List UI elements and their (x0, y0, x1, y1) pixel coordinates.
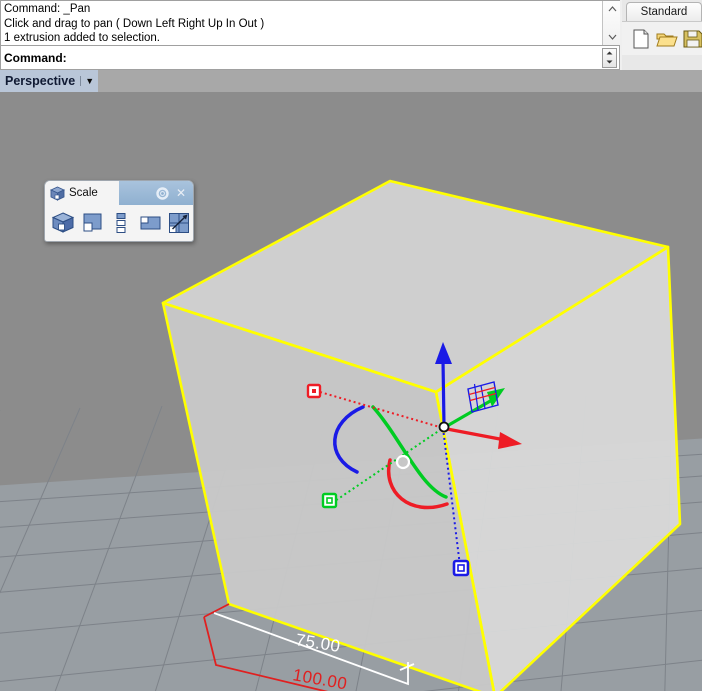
command-history-spinner[interactable] (602, 47, 617, 68)
command-history-line: 1 extrusion added to selection. (4, 32, 160, 44)
command-history-scrollbar[interactable] (602, 1, 620, 45)
scale-by-plane-button[interactable] (168, 212, 190, 234)
open-file-button[interactable] (656, 28, 678, 50)
scale-toolbar-titlebar[interactable]: Scale ✕ (45, 181, 193, 205)
cube-icon (49, 186, 66, 201)
scale-by-plane-icon (169, 213, 189, 233)
scale-nonuniform-button[interactable] (139, 212, 161, 234)
scale-nonuniform-icon (140, 216, 161, 230)
page-title: Perspective (5, 74, 76, 88)
new-document-icon (633, 29, 649, 48)
scale-3d-button[interactable] (51, 212, 75, 234)
standard-toolbar-panel: Standard (622, 0, 702, 70)
scale-2d-square-icon (83, 213, 102, 232)
scale-toolbar[interactable]: Scale ✕ (44, 180, 194, 242)
save-disk-icon (683, 30, 702, 47)
viewport-title-bar: Perspective ▼ (0, 70, 702, 92)
new-file-button[interactable] (630, 28, 652, 50)
chevron-up-icon[interactable] (603, 1, 621, 17)
viewport-title-tab[interactable]: Perspective ▼ (0, 70, 99, 92)
scale-3d-cube-icon (51, 212, 75, 233)
command-history-line: Command: _Pan (4, 3, 91, 15)
close-icon[interactable]: ✕ (176, 187, 186, 199)
chevron-down-icon[interactable] (603, 29, 621, 45)
command-input[interactable] (66, 47, 602, 68)
gear-icon[interactable] (156, 186, 169, 200)
standard-toolbar-row (622, 21, 702, 55)
command-history-line: Click and drag to pan ( Down Left Right … (4, 17, 265, 30)
perspective-viewport[interactable]: Perspective ▼ 75.00 100.00 Scale ✕ (0, 70, 702, 691)
scale-toolbar-title: Scale (69, 187, 98, 199)
chevron-down-icon[interactable]: ▼ (80, 76, 94, 86)
scale-toolbar-buttons (45, 205, 193, 241)
rhino-window: Command: _Pan Click and drag to pan ( Do… (0, 0, 702, 691)
scale-1d-stack-icon (116, 213, 126, 233)
command-prompt-label: Command: (4, 50, 67, 65)
save-file-button[interactable] (682, 28, 702, 50)
tab-standard[interactable]: Standard (626, 2, 702, 21)
tab-standard-label: Standard (640, 6, 688, 18)
command-input-row[interactable]: Command: (0, 46, 620, 70)
gumball-origin-dot (438, 421, 450, 433)
open-folder-icon (656, 33, 678, 46)
command-history-text[interactable]: Command: _Pan Click and drag to pan ( Do… (1, 1, 601, 45)
z-scale-handle (452, 559, 470, 577)
scale-2d-button[interactable] (81, 212, 103, 234)
scale-1d-button[interactable] (110, 212, 132, 234)
x-scale-handle (306, 383, 322, 399)
y-scale-handle (321, 492, 338, 509)
command-history-pane: Command: _Pan Click and drag to pan ( Do… (0, 0, 620, 46)
top-area: Command: _Pan Click and drag to pan ( Do… (0, 0, 702, 70)
